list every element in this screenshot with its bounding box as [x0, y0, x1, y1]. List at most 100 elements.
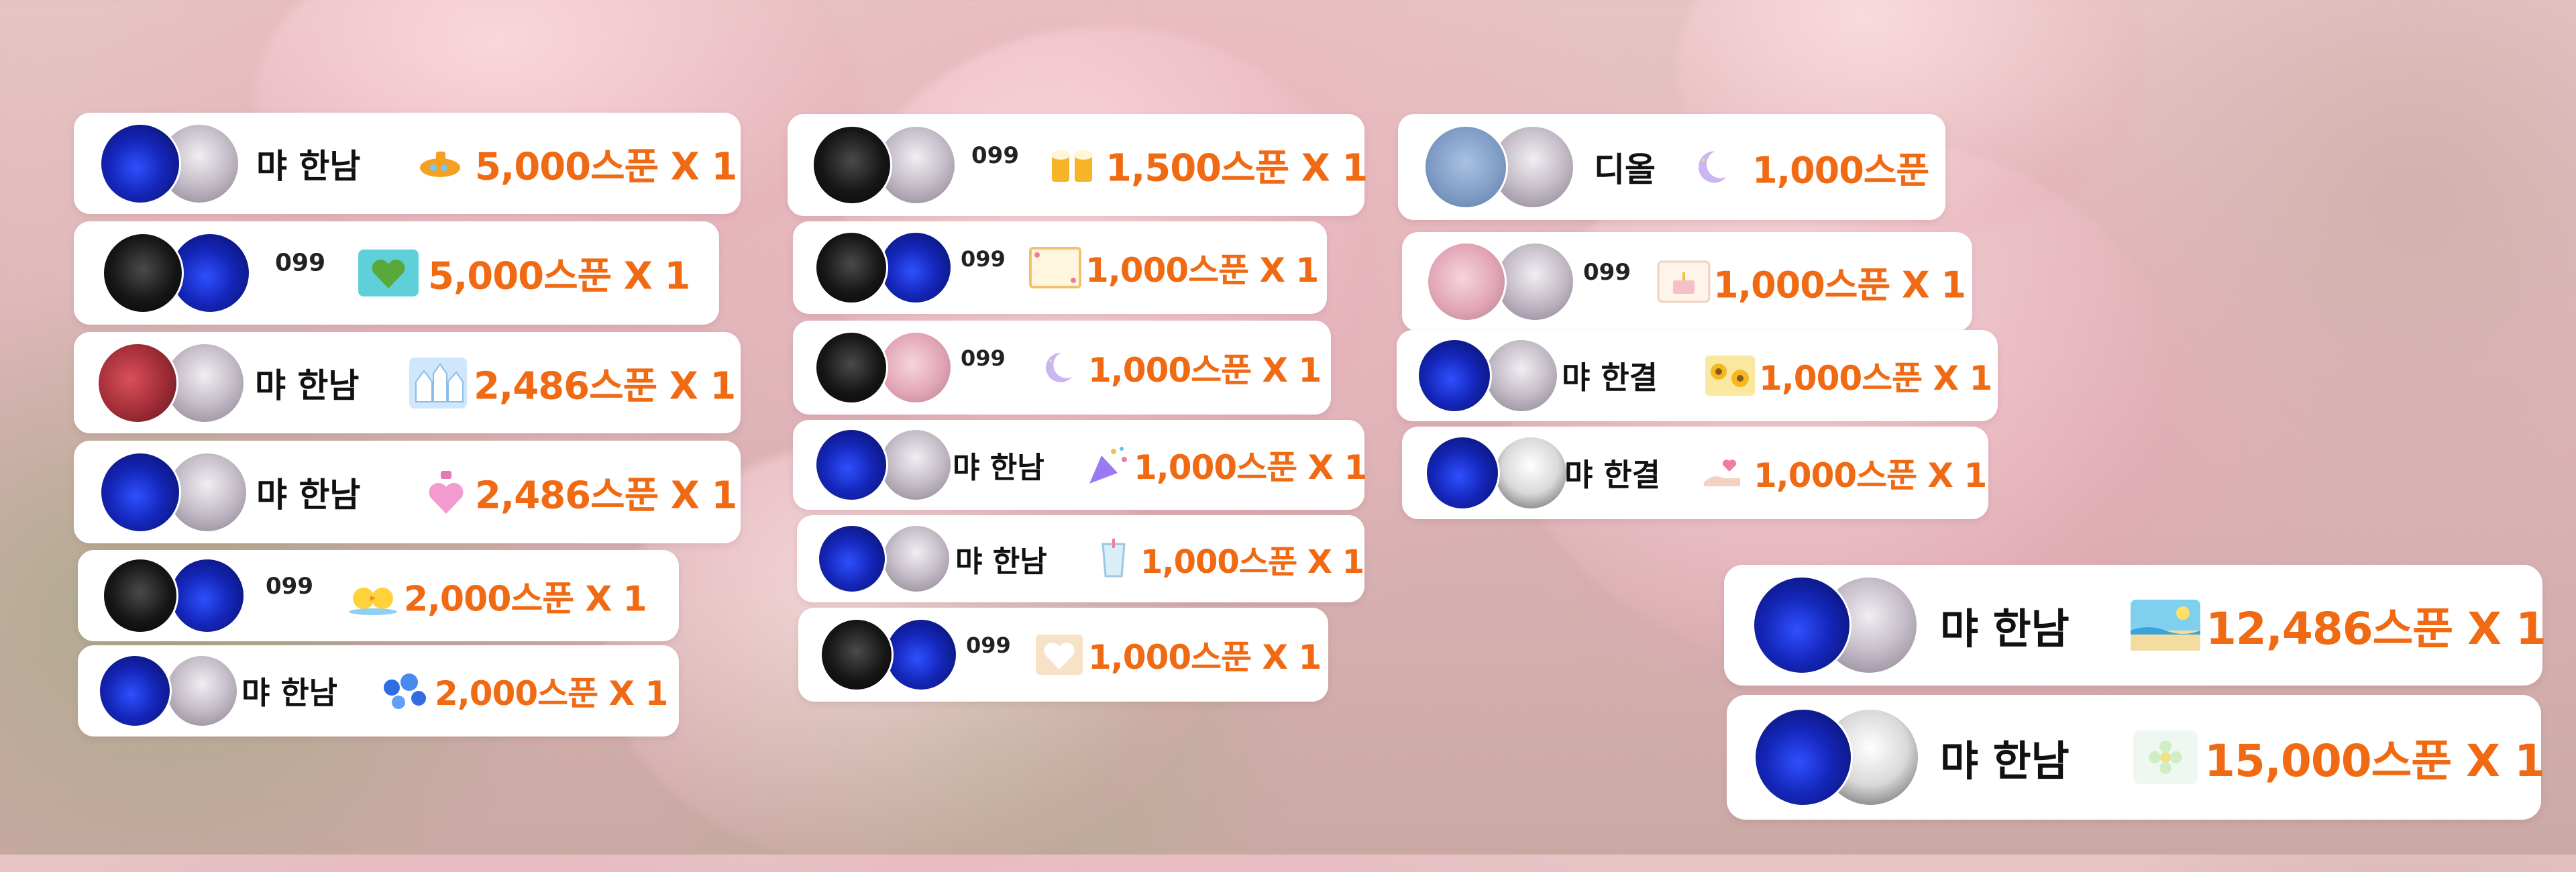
spoon-amount: 1,000스푼: [1752, 149, 1929, 192]
user-avatar: [97, 341, 178, 424]
user-avatar: [99, 122, 181, 205]
sender-name: 먀 한남: [255, 366, 360, 405]
spoon-amount: 1,000스푼 X 1: [1759, 359, 1992, 398]
gift-record-card: 디올 1,000스푼: [1398, 114, 1945, 220]
spoon-amount: 1,000스푼 X 1: [1088, 638, 1322, 677]
user-avatar: [169, 557, 246, 634]
user-avatar: [1495, 241, 1575, 322]
perfume-bottle-gift-icon: [423, 467, 470, 518]
sunflowers-gift-icon: [1704, 354, 1756, 397]
crescent-moon-gift-icon: [1689, 146, 1732, 188]
ducks-gift-icon: [346, 576, 400, 616]
gift-record-card: 099 1,500스푼 X 1: [788, 114, 1368, 216]
spoon-amount: 1,000스푼 X 1: [1134, 448, 1367, 487]
spoon-amount: 2,000스푼 X 1: [404, 579, 647, 620]
sender-name: 먀 한남: [1940, 737, 2070, 785]
gift-record-card: 099 1,000스푼 X 1: [798, 608, 1328, 702]
gift-record-card: 099 1,000스푼 X 1: [1402, 232, 1972, 331]
heart-island-gift-icon: [358, 250, 419, 296]
user-avatar: [814, 428, 888, 502]
spoon-amount: 5,000스푼 X 1: [475, 145, 737, 188]
gift-record-card: 먀 한결 1,000스푼 X 1: [1397, 330, 1998, 421]
gift-record-card: 먀 한남 1,000스푼 X 1: [797, 515, 1364, 602]
heart-frame-gift-icon: [1034, 633, 1084, 676]
user-avatar: [879, 231, 953, 305]
sender-name: 099: [266, 573, 313, 600]
spoon-amount: 1,000스푼 X 1: [1713, 264, 1966, 307]
user-avatar: [1493, 435, 1568, 510]
spoon-amount: 1,500스푼 X 1: [1106, 146, 1368, 190]
gift-record-card: 먀 한남 12,486스푼 X 1: [1724, 565, 2546, 686]
user-avatar: [1425, 435, 1500, 510]
sender-name: 먀 한결: [1562, 360, 1658, 396]
cake-card-gift-icon: [1657, 260, 1711, 303]
gift-record-card: 먀 한남 5,000스푼 X 1: [74, 113, 741, 214]
sender-name: 099: [1583, 259, 1631, 286]
spoon-amount: 2,000스푼 X 1: [435, 674, 668, 713]
sender-name: 099: [971, 142, 1019, 169]
sender-name: 099: [275, 249, 326, 277]
gift-record-card: 먀 한남 2,000스푼 X 1: [78, 645, 679, 737]
gift-record-card: 099 1,000스푼 X 1: [793, 321, 1331, 415]
spoon-amount: 2,486스푼 X 1: [475, 474, 737, 517]
spoon-amount: 1,000스푼 X 1: [1088, 351, 1322, 390]
user-avatar: [814, 231, 888, 305]
user-avatar: [817, 524, 887, 594]
gift-record-card: 먀 한남 1,000스푼 X 1: [793, 420, 1367, 510]
user-avatar: [812, 125, 892, 205]
beer-cheers-gift-icon: [1045, 142, 1099, 188]
sender-name: 먀 한남: [241, 675, 337, 711]
user-avatar: [879, 428, 953, 502]
user-avatar: [814, 331, 888, 404]
gift-record-card: 099 1,000스푼 X 1: [793, 221, 1327, 314]
user-avatar: [98, 654, 172, 728]
user-avatar: [879, 331, 953, 404]
gift-record-card: 먀 한남 2,486스푼 X 1: [74, 332, 741, 433]
sender-name: 099: [961, 345, 1006, 371]
user-avatar: [1484, 338, 1559, 413]
gift-record-card: 먀 한남 2,486스푼 X 1: [74, 441, 741, 543]
submarine-gift-icon: [413, 137, 467, 190]
blue-flowers-gift-icon: [378, 667, 432, 714]
spoon-amount: 1,000스푼 X 1: [1754, 456, 1987, 495]
beach-scene-gift-icon: [2131, 600, 2200, 651]
user-avatar: [1752, 576, 1851, 675]
spoon-amount: 5,000스푼 X 1: [428, 254, 690, 298]
user-avatar: [1426, 241, 1507, 322]
hand-heart-gift-icon: [1700, 453, 1744, 493]
ice-palace-gift-icon: [409, 357, 467, 408]
user-avatar: [165, 654, 239, 728]
sender-name: 099: [966, 633, 1011, 658]
user-avatar: [820, 618, 894, 692]
sender-name: 먀 한남: [955, 545, 1047, 579]
user-avatar: [102, 557, 178, 634]
sender-name: 먀 한남: [1940, 604, 2070, 653]
sender-name: 먀 한남: [953, 451, 1044, 485]
spoon-amount: 1,000스푼 X 1: [1085, 251, 1319, 290]
drink-cup-gift-icon: [1095, 537, 1132, 580]
user-avatar: [881, 524, 951, 594]
letter-card-gift-icon: [1029, 247, 1081, 288]
user-avatar: [99, 451, 181, 533]
spoon-amount: 1,000스푼 X 1: [1140, 543, 1364, 581]
spoon-amount: 2,486스푼 X 1: [474, 364, 736, 408]
spoon-amount: 15,000스푼 X 1: [2204, 735, 2545, 787]
gift-record-card: 먀 한결 1,000스푼 X 1: [1402, 427, 1988, 519]
gift-record-card: 099 5,000스푼 X 1: [74, 221, 719, 325]
user-avatar: [1417, 338, 1492, 413]
user-avatar: [884, 618, 958, 692]
sender-name: 먀 한결: [1564, 457, 1660, 493]
user-avatar: [1424, 125, 1508, 209]
user-avatar: [1754, 708, 1853, 807]
sparkle-flower-gift-icon: [2133, 730, 2198, 784]
crescent-moon-gift-icon: [1037, 347, 1077, 388]
sender-name: 디올: [1594, 150, 1656, 189]
sender-name: 099: [961, 246, 1006, 272]
party-popper-gift-icon: [1084, 443, 1132, 486]
sender-name: 먀 한남: [256, 146, 361, 186]
sender-name: 먀 한남: [256, 475, 361, 514]
spoon-amount: 12,486스푼 X 1: [2206, 603, 2546, 655]
gift-record-card: 099 2,000스푼 X 1: [78, 550, 679, 641]
gift-record-card: 먀 한남 15,000스푼 X 1: [1727, 695, 2545, 820]
user-avatar: [102, 232, 184, 314]
